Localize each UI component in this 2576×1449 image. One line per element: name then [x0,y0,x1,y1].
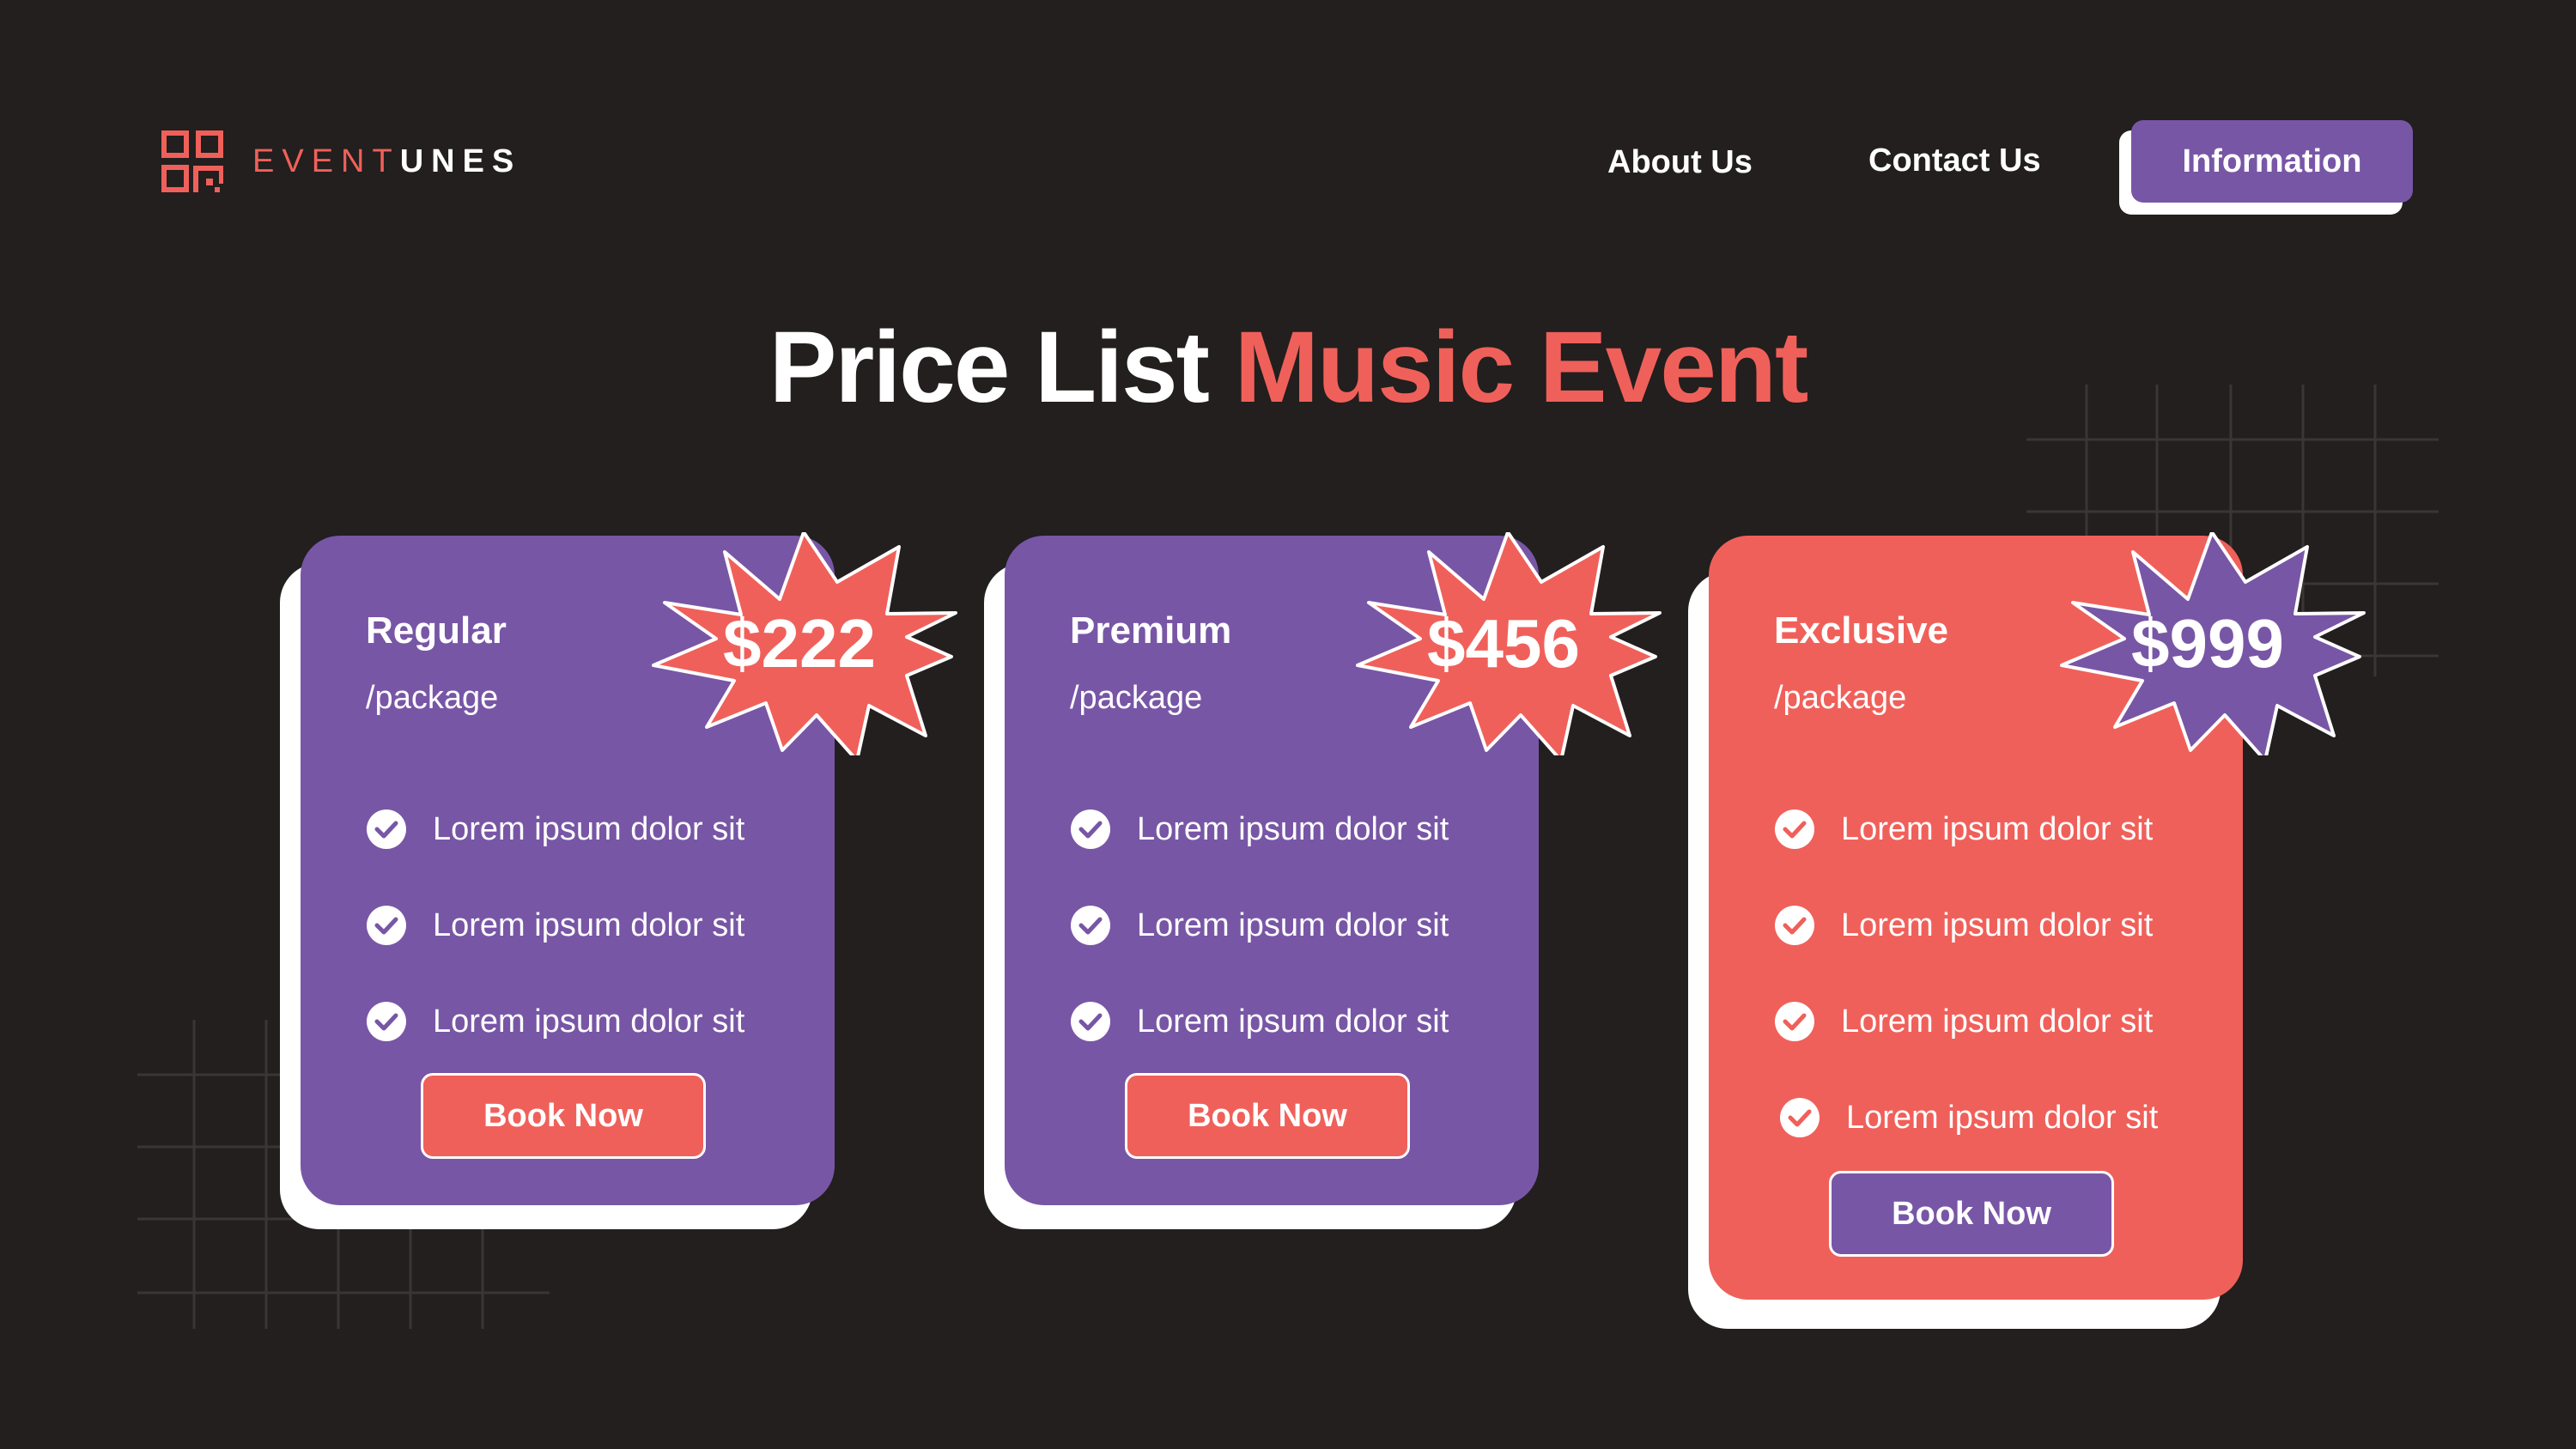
feature-list: Lorem ipsum dolor sit Lorem ipsum dolor … [1070,781,1449,1070]
feature-text: Lorem ipsum dolor sit [1137,1003,1449,1040]
brand-name-part1: EVENT [252,142,400,179]
feature-item: Lorem ipsum dolor sit [1070,781,1449,877]
brand-name-part2: UNES [399,142,522,179]
price-label: $222 [723,605,876,682]
brand-name: EVENTUNES [252,143,521,180]
feature-text: Lorem ipsum dolor sit [433,1003,745,1040]
tier-name: Premium [1070,609,1232,652]
tier-unit: /package [1070,680,1203,716]
feature-item: Lorem ipsum dolor sit [1774,973,2158,1070]
price-label: $999 [2131,605,2284,682]
feature-item: Lorem ipsum dolor sit [1774,1070,2158,1166]
price-burst: $222 [606,532,984,755]
feature-item: Lorem ipsum dolor sit [366,877,744,973]
price-burst: $456 [1310,532,1688,755]
price-label: $456 [1427,605,1580,682]
feature-item: Lorem ipsum dolor sit [1070,973,1449,1070]
check-circle-icon [1775,809,1814,849]
check-circle-icon [1071,809,1110,849]
check-circle-icon [1775,906,1814,945]
tier-name: Regular [366,609,507,652]
qr-logo-icon [161,130,223,192]
brand-logo[interactable]: EVENTUNES [161,130,521,192]
feature-item: Lorem ipsum dolor sit [366,781,744,877]
feature-text: Lorem ipsum dolor sit [1841,810,2154,847]
feature-text: Lorem ipsum dolor sit [1841,1003,2154,1040]
book-now-button[interactable]: Book Now [421,1073,706,1159]
price-burst: $999 [2014,532,2392,755]
nav-contact-us[interactable]: Contact Us [1868,142,2041,179]
feature-text: Lorem ipsum dolor sit [1841,906,2154,943]
page-title: Price List Music Event [0,309,2576,426]
page-title-part1: Price List [769,311,1235,424]
check-circle-icon [367,1002,406,1041]
feature-text: Lorem ipsum dolor sit [1846,1099,2159,1136]
check-circle-icon [367,906,406,945]
feature-item: Lorem ipsum dolor sit [1774,781,2158,877]
check-circle-icon [1071,906,1110,945]
book-now-button[interactable]: Book Now [1125,1073,1410,1159]
feature-item: Lorem ipsum dolor sit [1774,877,2158,973]
feature-text: Lorem ipsum dolor sit [1137,906,1449,943]
book-now-button[interactable]: Book Now [1829,1171,2114,1257]
feature-list: Lorem ipsum dolor sit Lorem ipsum dolor … [366,781,744,1070]
feature-text: Lorem ipsum dolor sit [1137,810,1449,847]
tier-unit: /package [366,680,499,716]
nav-about-us[interactable]: About Us [1607,144,1753,181]
tier-unit: /package [1774,680,1907,716]
information-button[interactable]: Information [2131,120,2413,203]
check-circle-icon [1780,1098,1820,1137]
feature-item: Lorem ipsum dolor sit [366,973,744,1070]
tier-name: Exclusive [1774,609,1949,652]
check-circle-icon [1775,1002,1814,1041]
feature-text: Lorem ipsum dolor sit [433,906,745,943]
check-circle-icon [367,809,406,849]
check-circle-icon [1071,1002,1110,1041]
feature-list: Lorem ipsum dolor sit Lorem ipsum dolor … [1774,781,2158,1166]
feature-text: Lorem ipsum dolor sit [433,810,745,847]
information-button-wrap: Information [2119,120,2413,215]
feature-item: Lorem ipsum dolor sit [1070,877,1449,973]
page-title-part2: Music Event [1234,311,1809,424]
